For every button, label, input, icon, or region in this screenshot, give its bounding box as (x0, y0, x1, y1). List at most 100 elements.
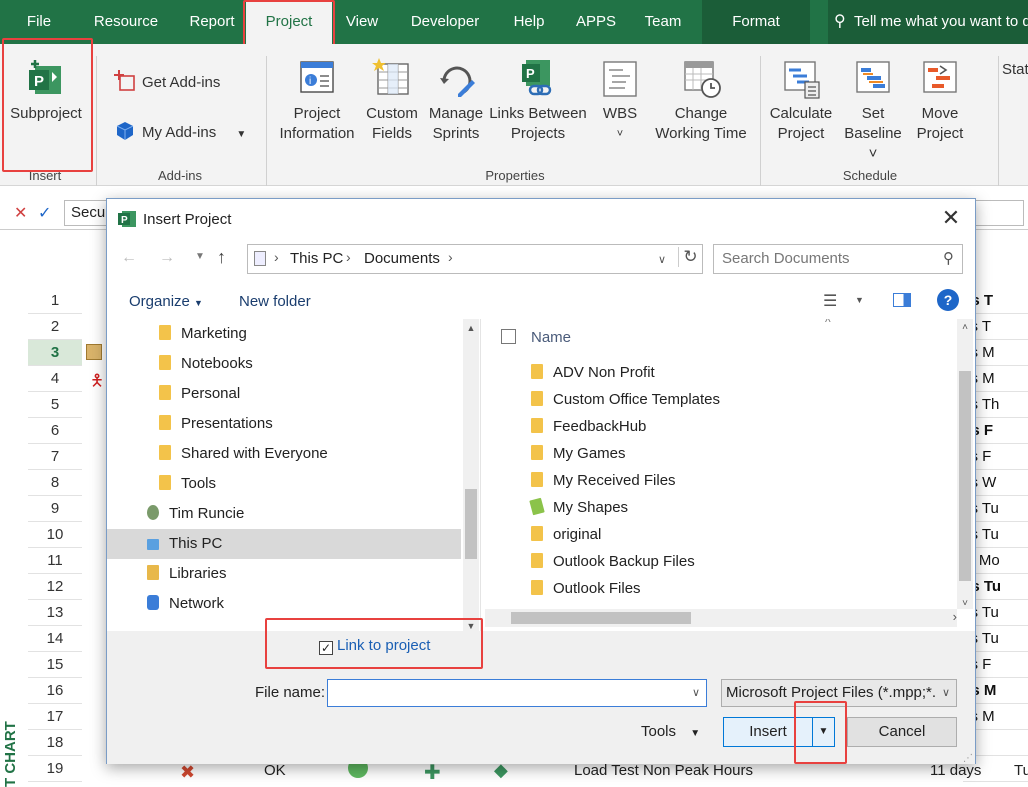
custom-fields-button[interactable]: Custom Fields (362, 56, 422, 144)
scroll-down-icon[interactable]: ˅ (957, 598, 973, 609)
forward-arrow-icon[interactable]: → (159, 249, 175, 267)
file-item[interactable]: My Shapes (529, 494, 628, 521)
file-scroll-thumb-h[interactable] (511, 612, 691, 624)
tab-resource[interactable]: Resource (86, 0, 166, 44)
row-number[interactable]: 7 (28, 444, 82, 470)
close-button[interactable]: ✕ (937, 205, 965, 231)
change-view-icon[interactable]: ☰ (823, 291, 837, 311)
select-all-checkbox[interactable] (501, 329, 516, 344)
file-list: Name ^ ADV Non Profit Custom Office Templ… (485, 319, 975, 631)
row-number[interactable]: 18 (28, 730, 82, 756)
calculate-icon (784, 61, 820, 99)
view-chevron-icon[interactable]: ▼ (855, 295, 864, 305)
file-item[interactable]: Custom Office Templates (531, 386, 720, 413)
file-item[interactable]: Outlook Files (531, 575, 641, 602)
nav-item-this-pc[interactable]: This PC (107, 529, 461, 559)
row-number[interactable]: 14 (28, 626, 82, 652)
file-scroll-thumb-v[interactable] (959, 371, 971, 581)
row-number[interactable]: 17 (28, 704, 82, 730)
nav-item-presentations[interactable]: Presentations (159, 409, 463, 439)
cancel-entry-icon[interactable]: ✕ (14, 203, 27, 223)
tab-team[interactable]: Team (636, 0, 690, 44)
new-folder-button[interactable]: New folder (239, 293, 311, 310)
tab-view[interactable]: View (338, 0, 386, 44)
tab-developer[interactable]: Developer (400, 0, 490, 44)
calculate-project-button[interactable]: Calculate Project (766, 56, 836, 144)
nav-item-personal[interactable]: Personal (159, 379, 463, 409)
confirm-entry-icon[interactable]: ✓ (38, 203, 51, 223)
row-number[interactable]: 2 (28, 314, 82, 340)
change-working-time-button[interactable]: Change Working Time (650, 56, 752, 144)
refresh-icon[interactable]: ↻ (678, 247, 702, 267)
libraries-icon (147, 565, 159, 580)
row-number[interactable]: 1 (28, 288, 82, 314)
row-number[interactable]: 4 (28, 366, 82, 392)
back-arrow-icon[interactable]: ← (121, 249, 137, 267)
up-arrow-icon[interactable]: ↑ (217, 247, 226, 268)
breadcrumb-documents[interactable]: Documents (364, 250, 440, 267)
row-number[interactable]: 3 (28, 340, 82, 366)
nav-scrollbar[interactable]: ▲ ▼ (463, 319, 479, 631)
tell-me-search[interactable]: ⚲ Tell me what you want to do (828, 0, 1028, 44)
tools-menu-button[interactable]: Tools ▼ (641, 723, 700, 740)
file-item[interactable]: ADV Non Profit (531, 359, 655, 386)
row-number[interactable]: 16 (28, 678, 82, 704)
resize-grip-icon[interactable]: ⋰ (963, 753, 973, 764)
row-number[interactable]: 10 (28, 522, 82, 548)
tab-format[interactable]: Format (702, 0, 810, 44)
row-number[interactable]: 6 (28, 418, 82, 444)
scroll-up-icon[interactable]: ˄ (957, 319, 973, 337)
organize-button[interactable]: Organize ▼ (129, 293, 203, 310)
my-addins-button[interactable]: My Add-ins ▼ (114, 120, 246, 145)
address-dropdown-icon[interactable]: ∨ (658, 253, 666, 266)
set-baseline-button[interactable]: Set Baseline ˅ (838, 56, 908, 164)
row-number[interactable]: 8 (28, 470, 82, 496)
wbs-button[interactable]: WBS ˅ (594, 56, 646, 144)
help-icon[interactable]: ? (937, 289, 959, 311)
file-item[interactable]: My Games (531, 440, 626, 467)
breadcrumb-this-pc[interactable]: This PC (290, 250, 343, 267)
row-number[interactable]: 12 (28, 574, 82, 600)
nav-item-tools[interactable]: Tools (159, 469, 463, 499)
file-item[interactable]: Outlook Backup Files (531, 548, 695, 575)
nav-item-notebooks[interactable]: Notebooks (159, 349, 463, 379)
file-item[interactable]: original (531, 521, 601, 548)
status-group-partial[interactable]: Stat (1002, 60, 1028, 80)
file-item[interactable]: My Received Files (531, 467, 676, 494)
row-number[interactable]: 9 (28, 496, 82, 522)
file-name-input[interactable]: ∨ (327, 679, 707, 707)
file-item[interactable]: FeedbackHub (531, 413, 646, 440)
nav-item-libraries[interactable]: Libraries (107, 559, 461, 589)
row-number[interactable]: 15 (28, 652, 82, 678)
row-number[interactable]: 19 (28, 756, 82, 782)
nav-item-network[interactable]: Network (107, 589, 461, 619)
row-number[interactable]: 11 (28, 548, 82, 574)
get-addins-button[interactable]: Get Add-ins (114, 70, 220, 93)
file-scrollbar-v[interactable]: ˄ ˅ (957, 319, 973, 609)
ribbon: P Subproject Insert Get Add-ins My Add-i… (0, 44, 1028, 186)
preview-pane-icon[interactable] (893, 293, 911, 307)
recent-chevron-icon[interactable]: ▼ (195, 251, 205, 262)
links-between-projects-button[interactable]: P Links Between Projects (488, 56, 588, 144)
tab-apps[interactable]: APPS (570, 0, 622, 44)
nav-item-marketing[interactable]: Marketing (159, 319, 463, 349)
project-information-button[interactable]: i Project Information (274, 56, 360, 144)
row-number[interactable]: 13 (28, 600, 82, 626)
move-project-button[interactable]: Move Project (910, 56, 970, 144)
nav-item-shared-with-everyone[interactable]: Shared with Everyone (159, 439, 463, 469)
calendar-clock-icon (684, 61, 721, 98)
tab-report[interactable]: Report (180, 0, 244, 44)
shapes-folder-icon (529, 497, 545, 516)
cancel-button[interactable]: Cancel (847, 717, 957, 747)
file-scrollbar-h[interactable]: › (485, 609, 957, 627)
scroll-up-icon[interactable]: ▲ (463, 319, 479, 337)
nav-scroll-thumb[interactable] (465, 489, 477, 559)
manage-sprints-button[interactable]: Manage Sprints (424, 56, 488, 144)
search-documents-input[interactable]: Search Documents ⚲ (713, 244, 963, 274)
address-bar[interactable]: › This PC › Documents › ∨ ↻ (247, 244, 703, 274)
nav-item-tim-runcie[interactable]: Tim Runcie (107, 499, 461, 529)
row-number[interactable]: 5 (28, 392, 82, 418)
tab-help[interactable]: Help (504, 0, 554, 44)
scroll-right-icon[interactable]: › (953, 609, 957, 624)
name-column-header[interactable]: Name (531, 329, 571, 346)
